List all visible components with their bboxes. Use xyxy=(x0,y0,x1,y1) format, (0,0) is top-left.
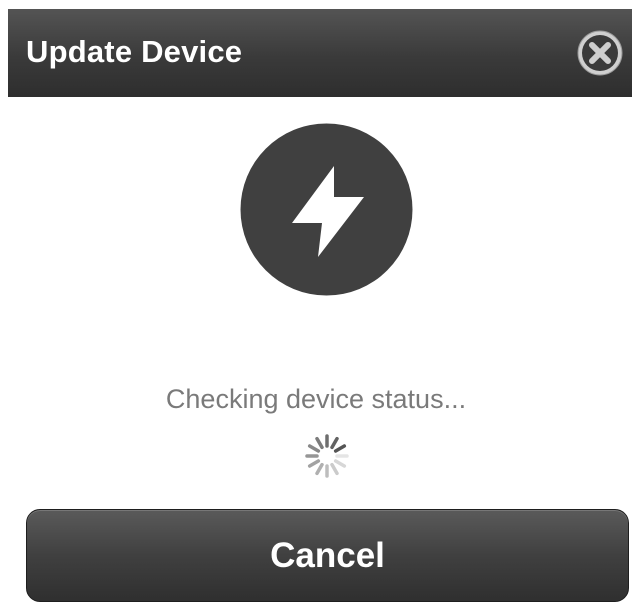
spinner-spoke xyxy=(315,462,324,476)
close-x-icon xyxy=(577,30,623,76)
loading-spinner-icon xyxy=(305,434,349,478)
lightning-bolt-icon xyxy=(240,123,413,296)
spinner-spoke xyxy=(333,459,347,468)
spinner-spoke xyxy=(330,436,339,450)
loading-spinner xyxy=(303,432,351,480)
close-button[interactable] xyxy=(576,29,624,77)
status-message: Checking device status... xyxy=(165,384,467,414)
spinner-spoke xyxy=(307,459,321,468)
spinner-spoke xyxy=(333,444,347,453)
spinner-spoke xyxy=(315,436,324,450)
cancel-button[interactable]: Cancel xyxy=(26,509,629,602)
spinner-spoke xyxy=(330,462,339,476)
dialog-title: Update Device xyxy=(26,34,243,69)
device-status-icon xyxy=(240,123,413,296)
spinner-spoke xyxy=(307,444,321,453)
update-device-screen: Update Device Checking device status... … xyxy=(0,0,632,604)
title-bar: Update Device xyxy=(8,9,632,97)
